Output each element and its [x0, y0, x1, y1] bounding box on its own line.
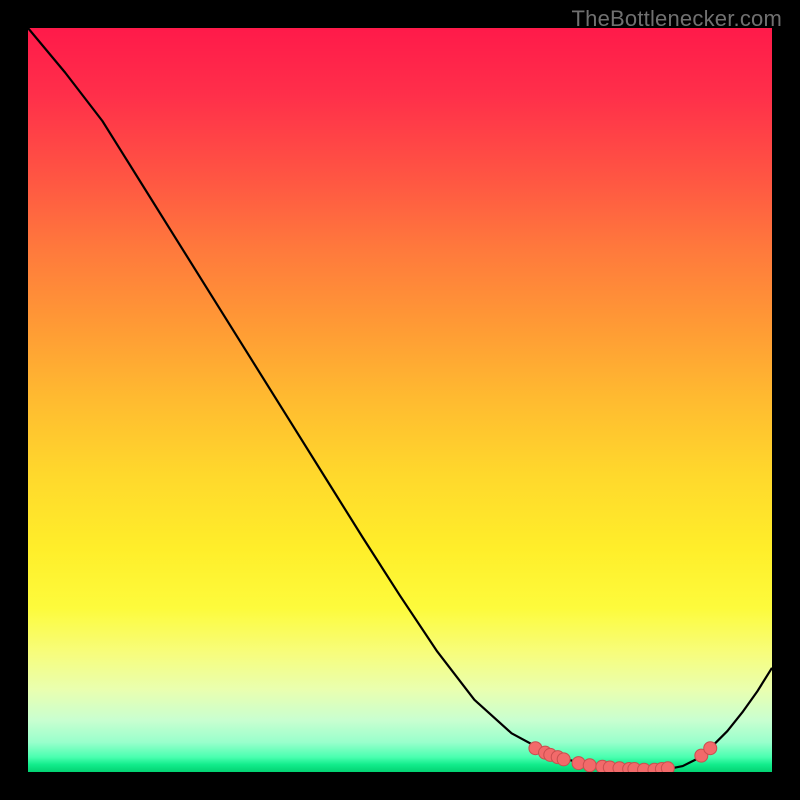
curve-marker [557, 753, 570, 766]
curve-marker [583, 759, 596, 772]
bottleneck-curve-line [28, 28, 772, 770]
curve-marker [661, 762, 674, 772]
marker-group [529, 742, 717, 772]
chart-plot-area [28, 28, 772, 772]
watermark-text: TheBottlenecker.com [572, 6, 782, 32]
chart-svg [28, 28, 772, 772]
curve-marker [704, 742, 717, 755]
